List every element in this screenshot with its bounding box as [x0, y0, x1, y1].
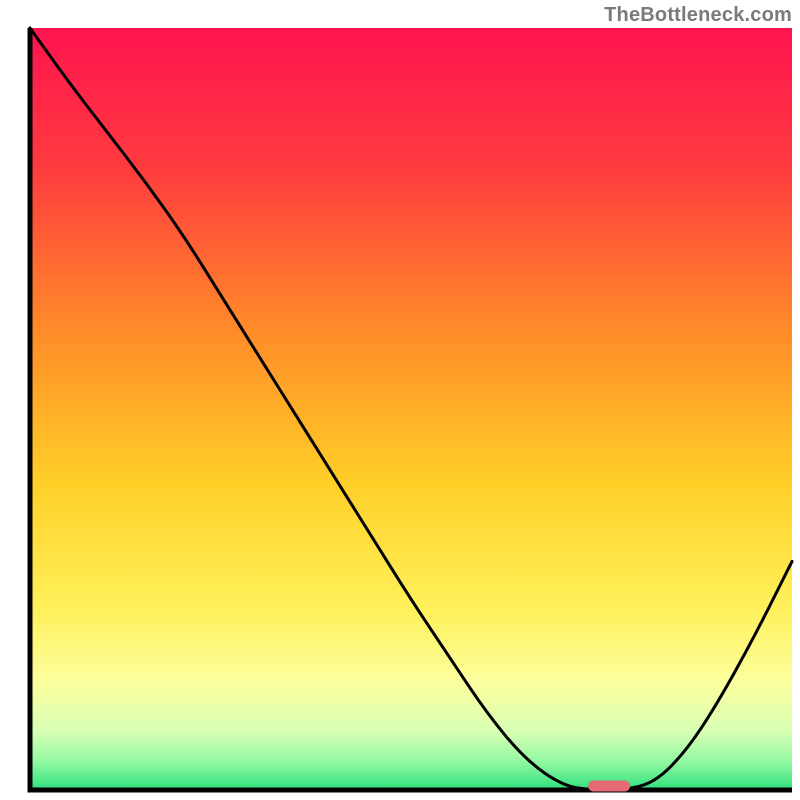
watermark-text: TheBottleneck.com [604, 4, 792, 27]
chart-canvas: TheBottleneck.com [0, 0, 800, 800]
optimal-marker [588, 781, 630, 792]
bottleneck-chart [0, 0, 800, 800]
gradient-background [30, 28, 792, 790]
